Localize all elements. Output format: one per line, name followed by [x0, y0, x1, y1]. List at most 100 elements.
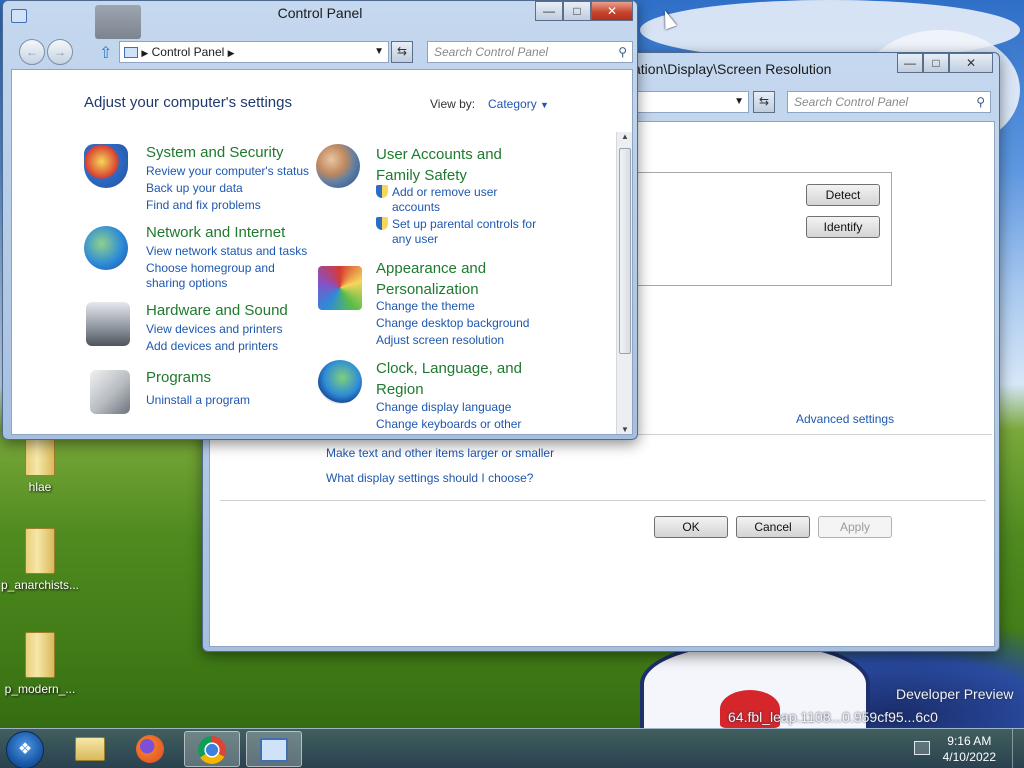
users-icon [316, 144, 360, 188]
category-title-line: Personalization [376, 281, 479, 298]
link-desktop-background[interactable]: Change desktop background [376, 315, 529, 332]
category-network-internet[interactable]: Network and Internet [146, 224, 285, 241]
close-button[interactable]: ✕ [591, 1, 633, 21]
start-button[interactable]: ❖ [6, 731, 44, 768]
link-network-status[interactable]: View network status and tasks [146, 243, 307, 260]
chevron-right-icon: ▶ [227, 48, 235, 58]
uac-shield-icon [376, 217, 388, 230]
link-screen-resolution[interactable]: Adjust screen resolution [376, 332, 504, 349]
chevron-down-icon[interactable]: ▼ [374, 42, 384, 62]
view-by-value: Category [488, 97, 537, 111]
chevron-down-icon: ▼ [540, 100, 549, 110]
search-placeholder: Search Control Panel [434, 45, 549, 59]
scrollbar-thumb[interactable] [619, 148, 631, 354]
network-tray-icon[interactable] [914, 741, 930, 755]
divider [220, 500, 986, 501]
taskbar-control-panel-button[interactable] [246, 731, 302, 767]
watermark-line2: 64.fbl_leap.1108...0.959cf95...6c0 [728, 709, 938, 725]
taskbar-firefox-button[interactable] [122, 731, 178, 767]
link-change-theme[interactable]: Change the theme [376, 298, 475, 315]
link-back-up[interactable]: Back up your data [146, 180, 243, 197]
address-bar[interactable]: ▶ Control Panel ▶ ▼ [119, 41, 389, 63]
back-button[interactable]: ← [19, 39, 45, 65]
search-input[interactable]: Search Control Panel ⚲ [427, 41, 633, 63]
link-find-fix[interactable]: Find and fix problems [146, 197, 261, 214]
desktop-icon-p-anarchists[interactable]: p_anarchists... [0, 528, 80, 592]
network-globe-icon [84, 226, 128, 270]
uac-shield-icon [376, 185, 388, 198]
control-panel-icon [260, 738, 288, 762]
system-clock[interactable]: 9:16 AM 4/10/2022 [943, 733, 996, 765]
identify-button[interactable]: Identify [806, 216, 880, 238]
folder-icon [25, 528, 55, 574]
category-user-accounts[interactable]: User Accounts and Family Safety [376, 144, 502, 186]
link-display-language[interactable]: Change display language [376, 399, 511, 416]
clock-time: 9:16 AM [947, 734, 992, 748]
category-clock-language[interactable]: Clock, Language, and Region [376, 358, 522, 400]
taskbar-chrome-button[interactable] [184, 731, 240, 767]
link-sharing-options[interactable]: sharing options [146, 275, 227, 292]
link-uninstall[interactable]: Uninstall a program [146, 392, 250, 409]
category-title-line: Clock, Language, and [376, 360, 522, 377]
up-arrow-icon[interactable]: ⇧ [99, 43, 112, 63]
desktop-icon-label: p_anarchists... [0, 578, 80, 592]
folder-icon [25, 632, 55, 678]
maximize-button[interactable]: □ [563, 1, 591, 21]
view-by-dropdown[interactable]: Category ▼ [488, 97, 549, 111]
detect-button[interactable]: Detect [806, 184, 880, 206]
control-panel-small-icon [124, 47, 138, 59]
personalization-icon [318, 266, 362, 310]
link-accounts[interactable]: accounts [392, 199, 440, 216]
text-size-link[interactable]: Make text and other items larger or smal… [326, 446, 554, 460]
minimize-button[interactable]: — [535, 1, 563, 21]
divider [610, 434, 992, 435]
window-title: ation\Display\Screen Resolution [633, 61, 832, 77]
chevron-down-icon[interactable]: ▼ [734, 92, 744, 112]
desktop-icon-hlae[interactable]: hlae [0, 436, 80, 494]
address-bar[interactable]: ▼ [633, 91, 749, 113]
taskbar-explorer-button[interactable] [62, 731, 118, 767]
category-system-security[interactable]: System and Security [146, 144, 284, 161]
category-title-line: Region [376, 381, 424, 398]
forward-button[interactable]: → [47, 39, 73, 65]
ok-button[interactable]: OK [654, 516, 728, 538]
page-title: Adjust your computer's settings [84, 94, 292, 111]
display-help-link[interactable]: What display settings should I choose? [326, 471, 533, 485]
maximize-button[interactable]: □ [923, 53, 949, 73]
vertical-scrollbar[interactable]: ▲ ▼ [616, 132, 632, 434]
watermark-line1: Developer Preview [896, 686, 1014, 702]
category-title-line: Appearance and [376, 260, 487, 277]
scroll-up-arrow[interactable]: ▲ [617, 132, 632, 141]
desktop-icon-p-modern[interactable]: p_modern_... [0, 632, 80, 696]
chrome-icon [198, 736, 226, 764]
search-placeholder: Search Control Panel [794, 95, 909, 109]
apply-button[interactable]: Apply [818, 516, 892, 538]
category-programs[interactable]: Programs [146, 369, 211, 386]
content-pane: Adjust your computer's settings View by:… [11, 69, 633, 435]
cancel-button[interactable]: Cancel [736, 516, 810, 538]
clock-globe-icon [318, 360, 362, 404]
programs-icon [90, 370, 130, 414]
link-change-keyboards[interactable]: Change keyboards or other [376, 416, 521, 433]
search-icon[interactable]: ⚲ [976, 92, 985, 112]
link-view-devices[interactable]: View devices and printers [146, 321, 283, 338]
close-button[interactable]: ✕ [949, 53, 993, 73]
refresh-button[interactable]: ⇆ [753, 91, 775, 113]
scroll-down-arrow[interactable]: ▼ [617, 425, 632, 434]
breadcrumb[interactable]: Control Panel [152, 45, 225, 59]
advanced-settings-link[interactable]: Advanced settings [796, 412, 894, 426]
show-desktop-button[interactable] [1012, 729, 1024, 768]
category-appearance[interactable]: Appearance and Personalization [376, 258, 486, 300]
category-hardware-sound[interactable]: Hardware and Sound [146, 302, 288, 319]
link-add-devices[interactable]: Add devices and printers [146, 338, 278, 355]
search-icon[interactable]: ⚲ [618, 42, 627, 62]
search-input[interactable]: Search Control Panel ⚲ [787, 91, 991, 113]
link-any-user[interactable]: any user [392, 231, 438, 248]
refresh-button[interactable]: ⇆ [391, 41, 413, 63]
taskbar: ❖ 9:16 AM 4/10/2022 [0, 728, 1024, 768]
desktop-icon-label: p_modern_... [4, 682, 76, 696]
link-review-status[interactable]: Review your computer's status [146, 163, 309, 180]
control-panel-window: Control Panel — □ ✕ ← → ⇧ ▶ Control Pane… [2, 0, 638, 440]
minimize-button[interactable]: — [897, 53, 923, 73]
firefox-icon [136, 735, 164, 763]
